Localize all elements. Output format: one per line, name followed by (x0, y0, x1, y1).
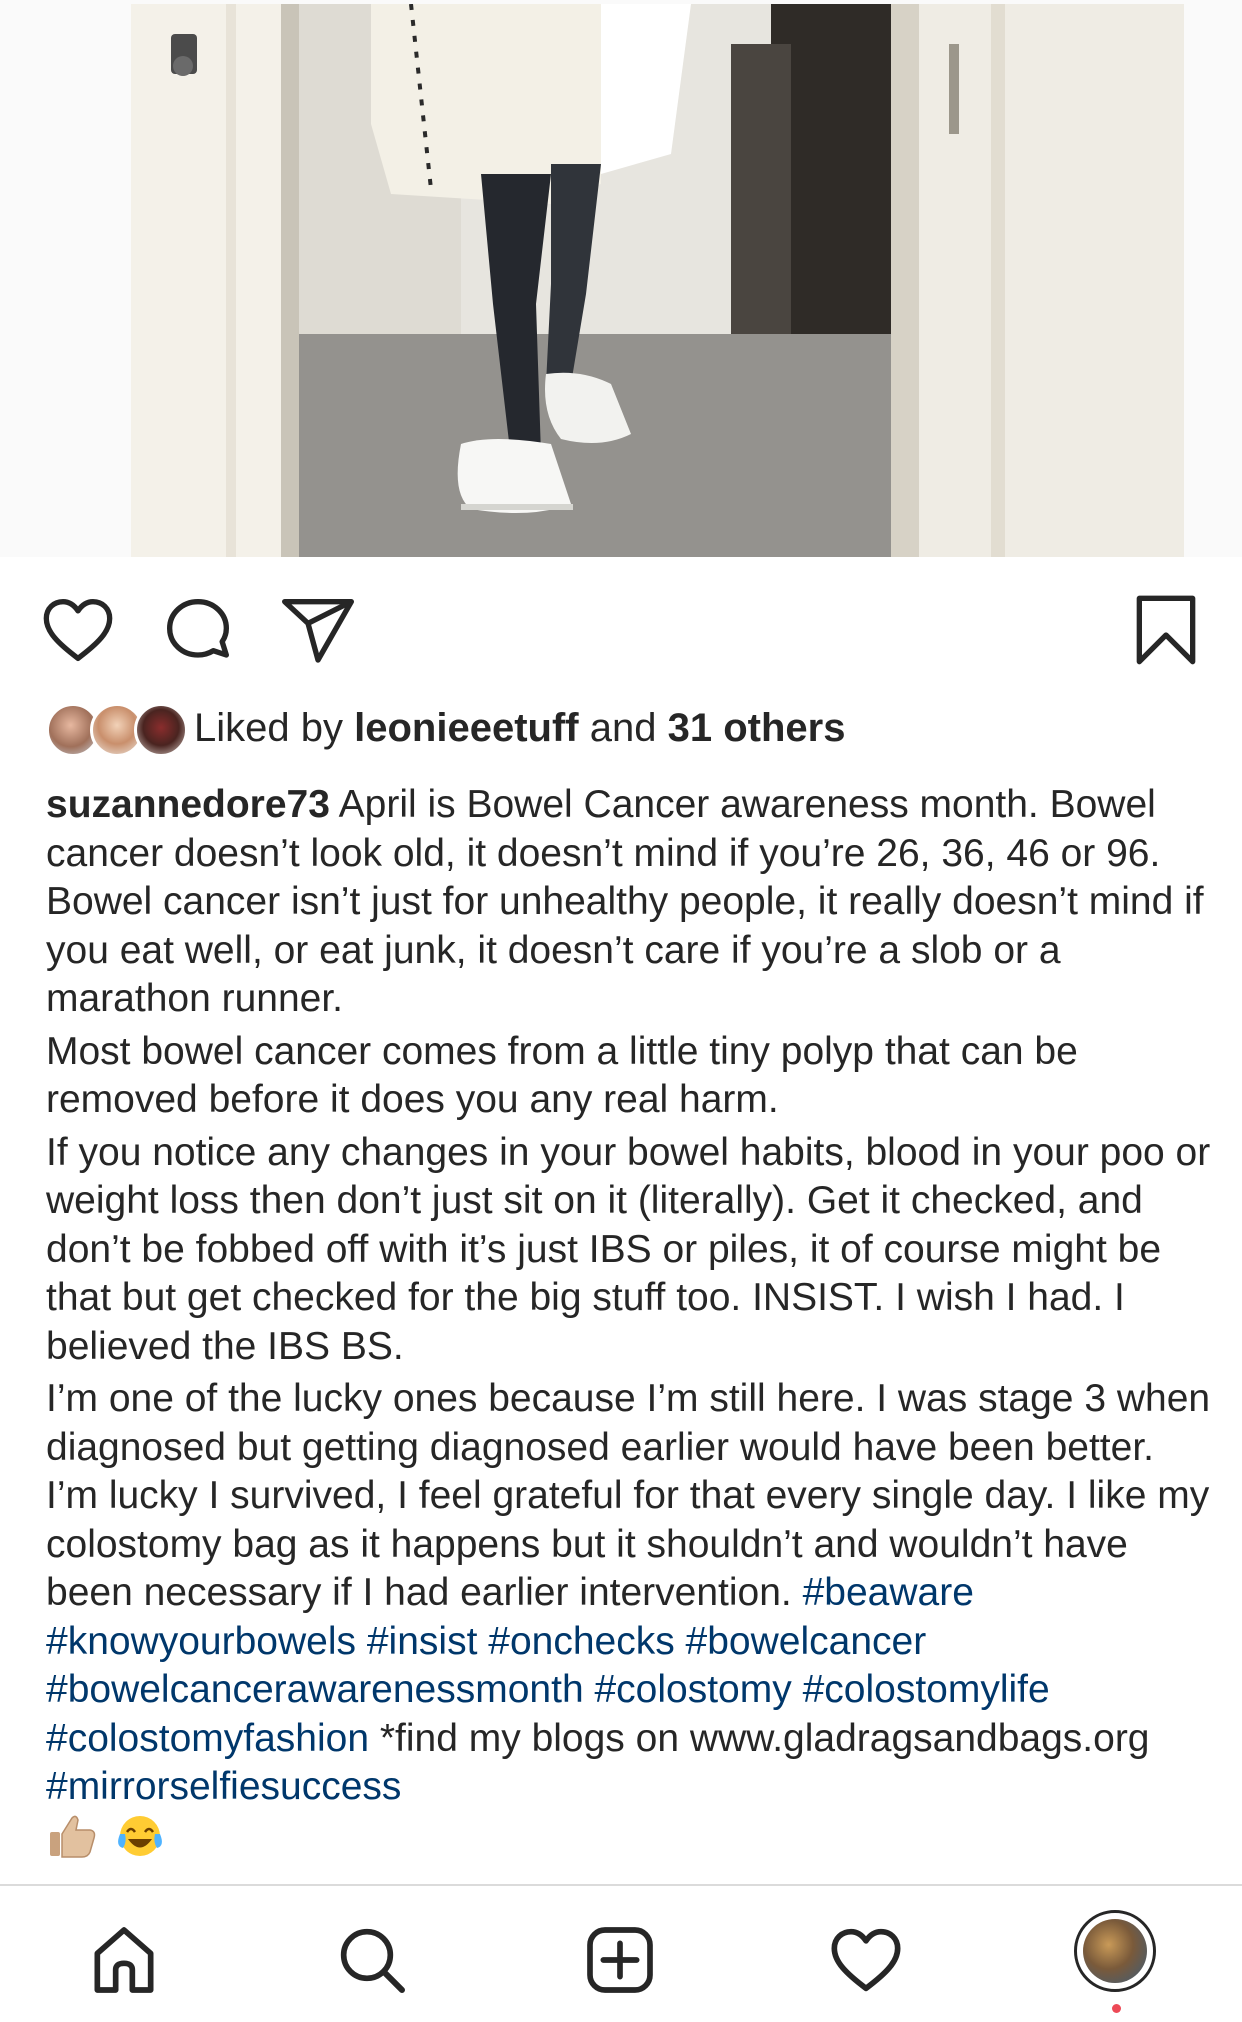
caption-text-4: I’m one of the lucky ones because I’m st… (46, 1377, 1211, 1614)
post-caption: suzannedore73 April is Bowel Cancer awar… (46, 781, 1216, 1876)
paper-plane-icon[interactable] (278, 590, 358, 670)
hashtag[interactable]: #onchecks (488, 1620, 674, 1663)
profile-image (1083, 1919, 1147, 1983)
caption-text-2: Most bowel cancer comes from a little ti… (46, 1029, 1078, 1122)
likes-row[interactable]: Liked by leonieeetuff and 31 others (46, 700, 845, 757)
caption-blog-link[interactable]: www.gladragsandbags.org (690, 1717, 1150, 1760)
caption-paragraph: If you notice any changes in your bowel … (46, 1129, 1216, 1372)
hashtag[interactable]: #bowelcancer (686, 1620, 927, 1663)
avatar (134, 703, 188, 757)
liked-by-user[interactable]: leonieeetuff (354, 706, 578, 750)
home-icon[interactable] (84, 1920, 164, 2000)
activity-heart-icon[interactable] (826, 1920, 906, 2000)
bottom-tab-bar (0, 1884, 1242, 2022)
tears-of-joy-emoji (115, 1812, 165, 1873)
hashtag[interactable]: #insist (367, 1620, 478, 1663)
comment-icon[interactable] (158, 590, 238, 670)
hashtag[interactable]: #knowyourbowels (46, 1620, 356, 1663)
post-photo[interactable] (131, 4, 1184, 557)
caption-find-text: *find my blogs on (379, 1716, 680, 1760)
caption-text-3: If you notice any changes in your bowel … (46, 1130, 1211, 1368)
search-icon[interactable] (332, 1920, 412, 2000)
profile-avatar[interactable] (1074, 1910, 1158, 2013)
liked-by-and: and (589, 705, 657, 750)
thumbs-up-emoji (46, 1812, 98, 1873)
caption-paragraph: suzannedore73 April is Bowel Cancer awar… (46, 781, 1216, 1024)
liker-avatars (46, 700, 188, 757)
hashtag[interactable]: #mirrorselfiesuccess (46, 1765, 401, 1808)
photo-illustration (131, 4, 1184, 557)
notification-dot (1112, 2004, 1121, 2013)
hashtag[interactable]: #colostomyfashion (46, 1717, 369, 1760)
hashtag[interactable]: #colostomylife (803, 1668, 1050, 1711)
hashtag[interactable]: #bowelcancerawarenessmonth (46, 1668, 584, 1711)
bookmark-icon[interactable] (1126, 590, 1206, 670)
new-post-icon[interactable] (580, 1920, 660, 2000)
caption-username[interactable]: suzannedore73 (46, 783, 330, 826)
hashtag[interactable]: #beaware (803, 1571, 974, 1614)
post-action-bar (0, 590, 1242, 674)
liked-by-others[interactable]: 31 others (668, 706, 846, 750)
caption-paragraph: I’m one of the lucky ones because I’m st… (46, 1375, 1216, 1872)
profile-ring (1074, 1910, 1156, 1992)
post-photo-area (0, 0, 1242, 557)
hashtag[interactable]: #colostomy (594, 1668, 791, 1711)
liked-by-text: Liked by leonieeetuff and 31 others (194, 706, 845, 751)
caption-paragraph: Most bowel cancer comes from a little ti… (46, 1028, 1216, 1125)
liked-by-prefix: Liked by (194, 705, 343, 750)
heart-icon[interactable] (38, 590, 118, 670)
